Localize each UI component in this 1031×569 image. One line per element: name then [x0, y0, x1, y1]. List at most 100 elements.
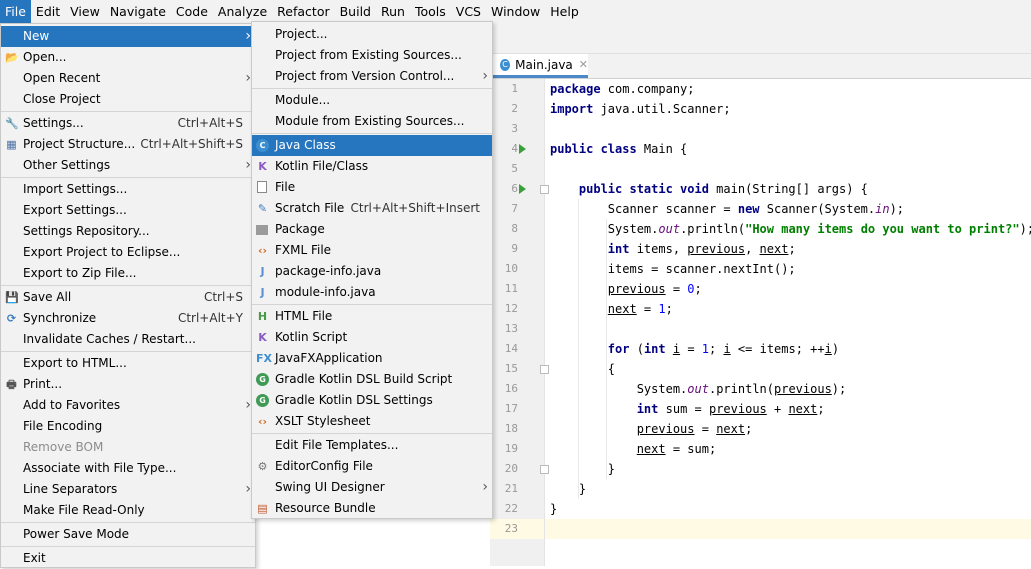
- fold-marker-icon[interactable]: [540, 185, 549, 194]
- menu-item-kotlin-file-class[interactable]: K Kotlin File/Class: [252, 156, 492, 177]
- menu-item-scratch-file[interactable]: ✎ Scratch File Ctrl+Alt+Shift+Insert: [252, 198, 492, 219]
- menu-item-project-from-existing-sources[interactable]: Project from Existing Sources...: [252, 45, 492, 66]
- menu-item-make-file-read-only[interactable]: Make File Read-Only: [1, 500, 255, 521]
- menu-item-file-encoding[interactable]: File Encoding: [1, 416, 255, 437]
- code-line: int items, previous, next;: [607, 242, 796, 256]
- menu-item-module-from-existing-sources[interactable]: Module from Existing Sources...: [252, 111, 492, 132]
- menu-file[interactable]: File: [0, 0, 31, 23]
- kotlin-script-icon: K: [258, 331, 267, 344]
- menu-run[interactable]: Run: [376, 0, 410, 23]
- run-gutter-icon[interactable]: [519, 184, 526, 194]
- tab-main-java[interactable]: C Main.java ✕: [490, 54, 588, 78]
- folder-icon: 📂: [5, 51, 19, 64]
- menu-item-power-save-mode[interactable]: Power Save Mode: [1, 524, 255, 545]
- menu-item-label: Scratch File: [275, 201, 345, 215]
- menu-item-module[interactable]: Module...: [252, 90, 492, 111]
- menu-help[interactable]: Help: [545, 0, 584, 23]
- menu-refactor[interactable]: Refactor: [272, 0, 334, 23]
- menu-item-export-settings[interactable]: Export Settings...: [1, 200, 255, 221]
- menu-item-open[interactable]: 📂 Open...: [1, 47, 255, 68]
- menu-item-label: package-info.java: [275, 264, 382, 278]
- menu-item-html-file[interactable]: H HTML File: [252, 306, 492, 327]
- menu-item-project-from-version-control[interactable]: Project from Version Control... ›: [252, 66, 492, 87]
- menu-navigate[interactable]: Navigate: [105, 0, 171, 23]
- code-line: items = scanner.nextInt();: [550, 262, 796, 276]
- menu-item-label: Java Class: [275, 138, 336, 152]
- code-line: for (int i = 1; i <= items; ++i): [607, 342, 840, 356]
- menu-item-label: module-info.java: [275, 285, 376, 299]
- menu-item-java-class[interactable]: C Java Class: [252, 135, 492, 156]
- menu-item-kotlin-script[interactable]: K Kotlin Script: [252, 327, 492, 348]
- menu-item-label: Kotlin Script: [275, 330, 348, 344]
- menu-item-export-to-zip-file[interactable]: Export to Zip File...: [1, 263, 255, 284]
- menu-tools[interactable]: Tools: [410, 0, 451, 23]
- menu-item-add-to-favorites[interactable]: Add to Favorites ›: [1, 395, 255, 416]
- menu-item-other-settings[interactable]: Other Settings ›: [1, 155, 255, 176]
- menu-item-print[interactable]: 🖶 Print...: [1, 374, 255, 395]
- menu-item-label: Other Settings: [23, 158, 111, 172]
- menu-item-edit-file-templates[interactable]: Edit File Templates...: [252, 435, 492, 456]
- menu-item-label: Synchronize: [23, 311, 97, 325]
- menu-item-close-project[interactable]: Close Project: [1, 89, 255, 110]
- menu-item-label: XSLT Stylesheet: [275, 414, 371, 428]
- menu-item-package[interactable]: Package: [252, 219, 492, 240]
- menu-edit[interactable]: Edit: [31, 0, 65, 23]
- line-number: 19: [504, 442, 518, 455]
- menu-item-package-info-java[interactable]: Jpackage-info.java: [252, 261, 492, 282]
- menu-separator: [1, 351, 255, 352]
- menu-item-invalidate-caches-restart[interactable]: Invalidate Caches / Restart...: [1, 329, 255, 350]
- menu-item-label: Open Recent: [23, 71, 101, 85]
- fold-marker-icon[interactable]: [540, 365, 549, 374]
- menu-item-project-structure[interactable]: ▦ Project Structure... Ctrl+Alt+Shift+S: [1, 134, 255, 155]
- fold-marker-icon[interactable]: [540, 465, 549, 474]
- menu-vcs[interactable]: VCS: [451, 0, 486, 23]
- menu-item-settings[interactable]: 🔧 Settings... Ctrl+Alt+S: [1, 113, 255, 134]
- code-line: package com.company;: [550, 82, 695, 96]
- menu-item-fxml-file[interactable]: ‹› FXML File: [252, 240, 492, 261]
- line-number: 5: [511, 162, 518, 175]
- menu-item-open-recent[interactable]: Open Recent ›: [1, 68, 255, 89]
- menu-item-remove-bom[interactable]: Remove BOM: [1, 437, 255, 458]
- menu-item-javafxapplication[interactable]: FX JavaFXApplication: [252, 348, 492, 369]
- javafx-icon: FX: [256, 352, 272, 365]
- menu-code[interactable]: Code: [171, 0, 213, 23]
- menu-item-associate-with-file-type[interactable]: Associate with File Type...: [1, 458, 255, 479]
- menu-item-import-settings[interactable]: Import Settings...: [1, 179, 255, 200]
- java-file-icon: J: [260, 286, 265, 299]
- menu-separator: [1, 111, 255, 112]
- menu-item-project[interactable]: Project...: [252, 24, 492, 45]
- menu-separator: [252, 433, 492, 434]
- menu-item-label: Package: [275, 222, 325, 236]
- gradle-icon: G: [256, 373, 269, 386]
- menu-item-label: New: [23, 29, 50, 43]
- menu-item-gradle-kotlin-dsl-settings[interactable]: G Gradle Kotlin DSL Settings: [252, 390, 492, 411]
- menu-analyze[interactable]: Analyze: [213, 0, 272, 23]
- run-gutter-icon[interactable]: [519, 144, 526, 154]
- menu-item-settings-repository[interactable]: Settings Repository...: [1, 221, 255, 242]
- resource-bundle-icon: ▤: [257, 502, 268, 515]
- menu-item-gradle-kotlin-dsl-build-script[interactable]: G Gradle Kotlin DSL Build Script: [252, 369, 492, 390]
- menu-item-save-all[interactable]: 💾 Save All Ctrl+S: [1, 287, 255, 308]
- code-line: previous = 0;: [607, 282, 702, 296]
- menu-item-label: Project Structure...: [23, 137, 136, 151]
- save-icon: 💾: [5, 291, 19, 304]
- menu-item-label: Import Settings...: [23, 182, 128, 196]
- menu-item-xslt-stylesheet[interactable]: ‹› XSLT Stylesheet: [252, 411, 492, 432]
- menu-item-module-info-java[interactable]: Jmodule-info.java: [252, 282, 492, 303]
- menu-item-export-project-to-eclipse[interactable]: Export Project to Eclipse...: [1, 242, 255, 263]
- menu-item-swing-ui-designer[interactable]: Swing UI Designer ›: [252, 477, 492, 498]
- menu-window[interactable]: Window: [486, 0, 545, 23]
- shortcut-label: Ctrl+Alt+Shift+Insert: [350, 201, 480, 215]
- menu-build[interactable]: Build: [335, 0, 376, 23]
- submenu-arrow-icon: ›: [482, 479, 488, 495]
- menu-item-line-separators[interactable]: Line Separators ›: [1, 479, 255, 500]
- close-icon[interactable]: ✕: [579, 58, 588, 71]
- menu-item-editorconfig-file[interactable]: ⚙ EditorConfig File: [252, 456, 492, 477]
- menu-item-export-to-html[interactable]: Export to HTML...: [1, 353, 255, 374]
- menu-item-synchronize[interactable]: ⟳ Synchronize Ctrl+Alt+Y: [1, 308, 255, 329]
- menu-item-resource-bundle[interactable]: ▤ Resource Bundle: [252, 498, 492, 519]
- code-line: previous = next;: [636, 422, 753, 436]
- menu-item-file[interactable]: File: [252, 177, 492, 198]
- menu-item-new[interactable]: New ›: [1, 26, 255, 47]
- menu-view[interactable]: View: [65, 0, 105, 23]
